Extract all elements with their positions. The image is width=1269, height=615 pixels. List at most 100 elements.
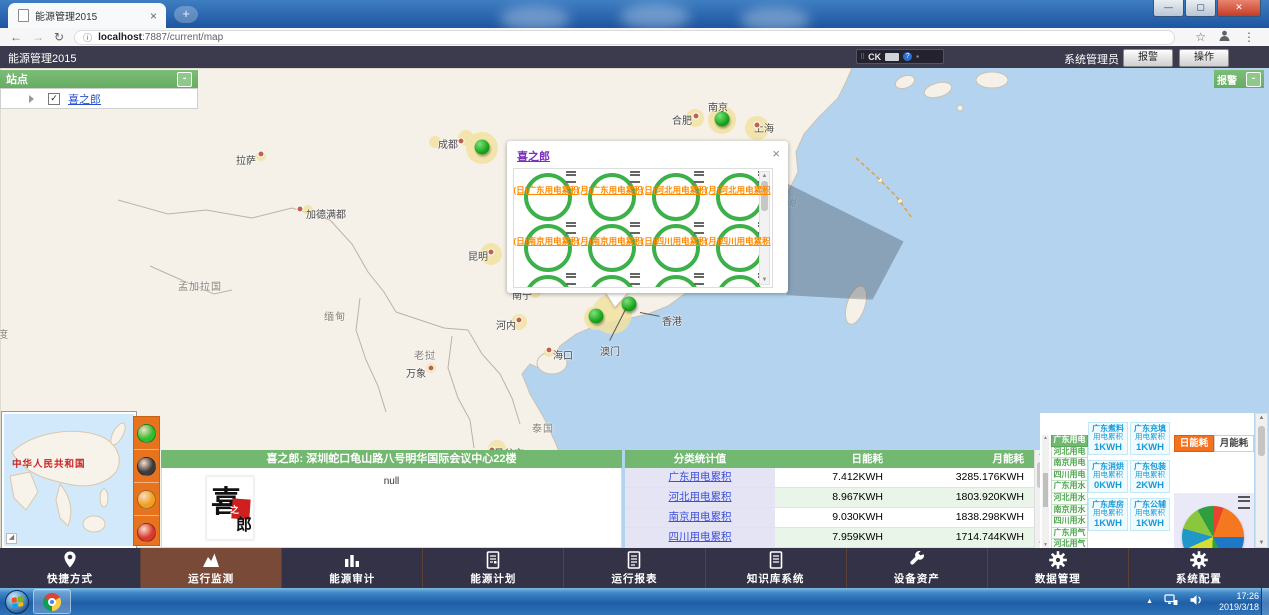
category-list-item[interactable]: 南京用电 [1051,458,1088,470]
taskbar-chrome-button[interactable] [33,589,71,614]
metric-card[interactable]: 广东库房 用电累积 1KWH [1088,498,1128,531]
taskbar-clock[interactable]: 17:26 2019/3/18 [1219,591,1259,612]
window-maximize-button[interactable]: ▢ [1185,0,1216,17]
nav-item-shortcuts[interactable]: 快捷方式 [0,548,141,588]
map-marker[interactable] [475,140,490,155]
gauge-menu-icon[interactable] [630,222,640,234]
site-panel-collapse-button[interactable]: - [177,72,192,87]
minimap-resize-icon[interactable]: ◢ [6,533,17,544]
browser-menu-icon[interactable]: ⋮ [1243,29,1255,45]
ime-help-icon[interactable]: ? [903,52,912,61]
new-tab-button[interactable]: + [174,6,198,23]
gauge-menu-icon[interactable] [694,171,704,183]
window-close-button[interactable]: ✕ [1217,0,1261,17]
day-energy-tab[interactable]: 日能耗 [1174,435,1214,452]
nav-item-energy-plan[interactable]: 能源计划 [423,548,564,588]
scroll-down-icon[interactable]: ▼ [760,277,769,283]
show-desktop-button[interactable] [1261,588,1269,615]
gauge[interactable]: (日)南京用电累积 [514,220,578,271]
scroll-up-icon[interactable]: ▲ [1042,435,1049,441]
map-marker[interactable] [589,309,604,324]
metric-card[interactable]: 广东公辅 用电累积 1KWH [1130,498,1170,531]
chart-menu-icon[interactable] [1238,496,1250,509]
panel-scrollbar[interactable]: ▲ ▼ [1255,413,1268,548]
nav-item-energy-audit[interactable]: 能源审计 [282,548,423,588]
gauge-label-link[interactable]: (月)南京用电累积 [577,235,642,247]
gauge-label-link[interactable]: (日)河北用电累积 [641,184,706,196]
panel-scrollbar-thumb[interactable] [1258,426,1265,456]
nav-item-equipment-assets[interactable]: 设备资产 [847,548,988,588]
metric-card[interactable]: 广东充填 用电累积 1KWH [1130,422,1170,455]
gauge[interactable]: (月)南京用电累积 [578,220,642,271]
nav-item-monitoring[interactable]: 运行监测 [141,548,282,588]
map-marker[interactable] [458,138,465,145]
volume-icon[interactable] [1189,593,1203,611]
gauge[interactable]: (日)广东用电累积 [514,169,578,220]
gauge-label-link[interactable]: (月)河北用电累积 [705,184,770,196]
category-list-item[interactable]: 河北用气 [1051,539,1088,548]
gauge[interactable]: (日)四川用电累积 [642,220,706,271]
category-list-item[interactable]: 广东用水 [1051,481,1088,493]
browser-tab[interactable]: 能源管理2015 × [8,3,166,28]
back-icon[interactable]: ← [10,29,22,45]
gauge-menu-icon[interactable] [630,273,640,285]
nav-item-knowledge-base[interactable]: 知识库系统 [706,548,847,588]
start-button[interactable] [5,590,29,614]
ime-keyboard-icon[interactable] [885,53,899,61]
category-link[interactable]: 南京用电累积 [669,511,732,523]
alarm-panel-collapse-button[interactable]: - [1246,72,1261,87]
map-marker[interactable] [488,249,495,256]
category-list-item[interactable]: 四川用水 [1051,516,1088,528]
metric-card[interactable]: 广东包装 用电累积 2KWH [1130,460,1170,493]
profile-avatar-icon[interactable] [1218,29,1231,46]
category-list-item[interactable]: 广东用气 [1051,528,1088,540]
scroll-up-icon[interactable]: ▲ [1256,415,1267,421]
popup-close-icon[interactable]: × [772,146,780,161]
scroll-down-icon[interactable]: ▼ [1256,540,1267,546]
window-minimize-button[interactable]: — [1153,0,1184,17]
map-marker[interactable] [715,112,730,127]
gauge-label-link[interactable]: (月)广东用电累积 [577,184,642,196]
map-marker[interactable] [258,151,265,158]
category-list-item[interactable]: 四川用电 [1051,470,1088,482]
gauge-menu-icon[interactable] [566,273,576,285]
tray-expand-icon[interactable]: ▲ [1146,598,1153,605]
site-info-icon[interactable]: ⓘ [83,31,92,44]
gauge[interactable]: (月)广东用电累积 [578,169,642,220]
category-list-item[interactable]: 广东用电 [1051,435,1088,447]
gauge-menu-icon[interactable] [566,222,576,234]
forward-icon[interactable]: → [32,29,44,45]
tree-expand-icon[interactable] [29,95,34,103]
gauge-label-link[interactable]: (日)四川用电累积 [641,235,706,247]
category-link[interactable]: 河北用电累积 [669,491,732,503]
site-checkbox[interactable]: ✓ [48,93,60,105]
category-link[interactable]: 四川用电累积 [669,531,732,543]
ime-more-icon[interactable]: ▪ [916,52,919,61]
status-legend-button[interactable] [134,516,159,548]
status-legend-button[interactable] [134,417,159,450]
nav-item-data-management[interactable]: 数据管理 [988,548,1129,588]
map-marker[interactable] [693,113,700,120]
nav-item-system-config[interactable]: 系统配置 [1129,548,1269,588]
gauge-partial[interactable] [514,271,578,288]
network-icon[interactable] [1164,593,1178,611]
popup-title-link[interactable]: 喜之郎 [517,148,550,164]
status-legend-button[interactable] [134,483,159,516]
category-list-item[interactable]: 河北用电 [1051,447,1088,459]
bookmark-star-icon[interactable]: ☆ [1195,29,1206,45]
metric-card[interactable]: 广东消烘 用电累积 0KWH [1088,460,1128,493]
alarm-button[interactable]: 报警 [1123,49,1173,67]
gauge-label-link[interactable]: (日)南京用电累积 [513,235,578,247]
nav-item-run-reports[interactable]: 运行报表 [564,548,705,588]
gauge-label-link[interactable]: (月)四川用电累积 [705,235,770,247]
month-energy-tab[interactable]: 月能耗 [1214,435,1254,452]
ime-toolbar[interactable]: ⠿ CK ? ▪ [856,49,944,64]
tab-close-icon[interactable]: × [147,9,160,23]
gauge-menu-icon[interactable] [566,171,576,183]
ime-mode-label[interactable]: CK [868,52,881,62]
gauge-partial[interactable] [642,271,706,288]
scroll-up-icon[interactable]: ▲ [760,173,769,179]
map-marker[interactable] [297,206,304,213]
gauge-menu-icon[interactable] [694,273,704,285]
map-marker[interactable] [516,317,523,324]
